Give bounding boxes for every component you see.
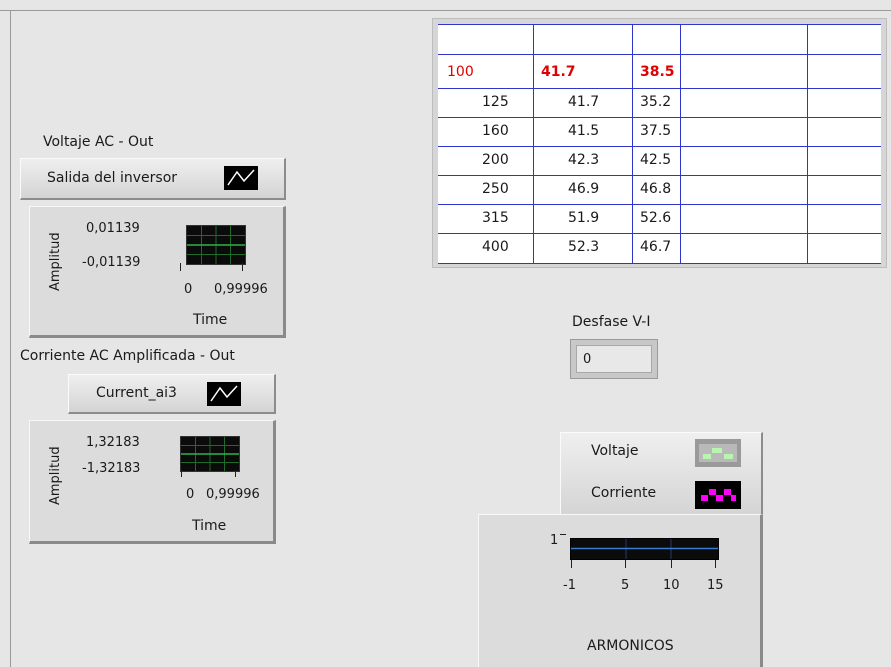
table-grid-line (438, 263, 881, 264)
current-plot-area[interactable] (180, 436, 240, 472)
front-panel-left-border (10, 10, 11, 667)
table-grid-line (632, 24, 633, 264)
front-panel-top-border (0, 10, 891, 11)
armonicos-title: ARMONICOS (587, 638, 674, 654)
voltage-x-tick-mark-right (242, 263, 243, 271)
table-cell[interactable]: 200 (482, 152, 509, 168)
current-graph-x-min: 0 (186, 487, 195, 502)
table-cell[interactable]: 400 (482, 239, 509, 255)
table-grid-line (438, 24, 881, 25)
table-cell[interactable]: 46.9 (568, 181, 599, 197)
table-cell[interactable]: 125 (482, 94, 509, 110)
voltage-plot-area[interactable] (186, 225, 246, 265)
voltage-x-tick-mark-left (180, 263, 181, 271)
armonicos-x-tick: 15 (707, 578, 724, 593)
table-cell[interactable]: 46.8 (640, 181, 671, 197)
table-cell[interactable]: 37.5 (640, 123, 671, 139)
armonicos-plot-area[interactable] (570, 538, 719, 560)
table-cell[interactable]: 315 (482, 210, 509, 226)
table-cell[interactable]: 160 (482, 123, 509, 139)
current-waveform-graph[interactable]: Amplitud 1,32183 -1,32183 0 0,99996 Time (29, 420, 276, 544)
voltage-graph-y-max: 0,01139 (86, 221, 140, 236)
table-grid-line (438, 204, 881, 205)
voltage-graph-y-label: Amplitud (48, 232, 63, 291)
desfase-indicator: 0 (570, 339, 658, 379)
armonicos-x-tick: -1 (563, 578, 576, 593)
table-grid-line (438, 175, 881, 176)
voltage-graph-y-min: -0,01139 (82, 255, 141, 270)
legend-corriente-swatch[interactable] (695, 481, 741, 509)
current-title: Corriente AC Amplificada - Out (20, 348, 235, 364)
desfase-value: 0 (583, 352, 592, 367)
current-selector-label: Current_ai3 (96, 385, 177, 401)
waveform-icon (224, 166, 258, 190)
desfase-label: Desfase V-I (572, 314, 651, 330)
table-grid-line (438, 88, 881, 89)
current-channel-selector[interactable]: Current_ai3 (68, 374, 276, 414)
table-grid-line (438, 233, 881, 234)
desfase-value-box: 0 (576, 345, 652, 373)
voltage-selector-label: Salida del inversor (47, 170, 178, 186)
current-graph-y-label: Amplitud (48, 446, 63, 505)
armonicos-x-tick: 5 (621, 578, 630, 593)
table-cell[interactable]: 35.2 (640, 94, 671, 110)
current-graph-y-max: 1,32183 (86, 435, 140, 450)
current-graph-x-label: Time (192, 518, 227, 534)
armonicos-y-tick-mark (560, 534, 566, 535)
table-cell[interactable]: 250 (482, 181, 509, 197)
table-cell[interactable]: 42.3 (568, 152, 599, 168)
current-x-tick-mark-left (181, 470, 182, 477)
legend-corriente-label: Corriente (591, 485, 657, 501)
table-cell[interactable]: 41.7 (568, 94, 599, 110)
waveform-icon (207, 382, 241, 406)
current-x-tick-mark-right (235, 470, 236, 477)
table-cell[interactable]: 46.7 (640, 239, 671, 255)
table-cell[interactable]: 41.5 (568, 123, 599, 139)
table-grid-line (438, 54, 881, 55)
table-grid-line (807, 24, 808, 264)
voltage-waveform-graph[interactable]: Amplitud 0,01139 -0,01139 0 0,99996 Time (29, 206, 286, 338)
armonicos-graph[interactable]: 1 -1 5 10 15 ARMONICOS (478, 514, 763, 667)
table-cell[interactable]: 51.9 (568, 210, 599, 226)
current-graph-y-min: -1,32183 (82, 461, 141, 476)
table-cell[interactable]: 52.6 (640, 210, 671, 226)
armonicos-plot-legend[interactable]: Voltaje Corriente (560, 432, 763, 518)
current-graph-x-max: 0,99996 (206, 487, 260, 502)
voltage-graph-x-max: 0,99996 (214, 282, 268, 297)
voltage-channel-selector[interactable]: Salida del inversor (20, 158, 286, 200)
voltage-title: Voltaje AC - Out (43, 134, 154, 150)
armonicos-x-tick: 10 (663, 578, 680, 593)
armonicos-x-tick-mark (671, 560, 672, 568)
table-grid-line (438, 146, 881, 147)
legend-voltaje-label: Voltaje (591, 443, 639, 459)
table-cell[interactable]: 42.5 (640, 152, 671, 168)
table-grid-line (533, 24, 534, 264)
armonicos-x-tick-mark (715, 560, 716, 568)
table-grid-line (680, 24, 681, 264)
table-cell[interactable]: 41.7 (541, 64, 576, 80)
table-grid-line (438, 117, 881, 118)
legend-voltaje-swatch[interactable] (695, 439, 741, 467)
armonicos-x-tick-mark (571, 560, 572, 568)
voltage-graph-x-label: Time (193, 312, 228, 328)
data-table[interactable]: 100 41.7 38.5 125 41.7 35.2 160 41.5 37.… (438, 24, 881, 264)
table-cell[interactable]: 52.3 (568, 239, 599, 255)
armonicos-y-tick: 1 (550, 533, 559, 548)
armonicos-x-tick-mark (625, 560, 626, 568)
table-cell[interactable]: 38.5 (640, 64, 675, 80)
voltage-graph-x-min: 0 (184, 282, 193, 297)
table-cell[interactable]: 100 (447, 64, 474, 80)
